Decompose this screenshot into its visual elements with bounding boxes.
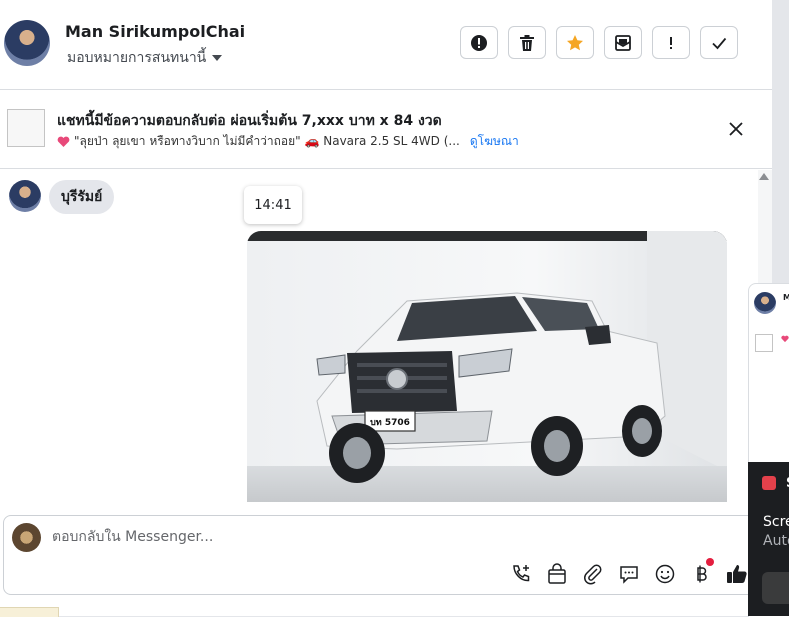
ad-subtitle-row: "ลุยป่า ลุยเขา หรือทางวิบาก ไม่มีคำว่าถอ…: [57, 132, 519, 151]
ad-thumbnail: [7, 109, 45, 147]
phone-add-icon: [513, 565, 530, 582]
toast-title: Scre: [763, 514, 789, 530]
emoji-button[interactable]: [653, 562, 677, 586]
page-avatar: [12, 523, 41, 552]
attach-button[interactable]: [581, 562, 605, 586]
avatar: [754, 292, 776, 314]
sender-avatar[interactable]: [9, 180, 41, 212]
thumbs-up-icon: [727, 565, 747, 583]
reply-composer: [3, 515, 763, 595]
envelope-icon: [615, 34, 631, 51]
ad-title: แชทนี้มีข้อความตอบกลับต่อ ผ่อนเริ่มต้น 7…: [57, 113, 442, 129]
conversation-pane: Man SirikumpolChai มอบหมายการสนทนานี้ แช…: [0, 0, 772, 616]
scroll-up-arrow-icon[interactable]: [759, 173, 769, 180]
heart-icon: [57, 136, 70, 147]
call-button[interactable]: [509, 562, 533, 586]
mark-unread-button[interactable]: [604, 26, 642, 59]
exclamation-icon: [670, 36, 672, 49]
emoji-icon: [655, 564, 675, 584]
important-button[interactable]: [652, 26, 690, 59]
incoming-message[interactable]: บุรีรัมย์: [49, 180, 115, 214]
report-button[interactable]: [460, 26, 498, 59]
conversation-header: Man SirikumpolChai มอบหมายการสนทนานี้: [0, 0, 772, 90]
star-button[interactable]: [556, 26, 594, 59]
shop-button[interactable]: [545, 562, 569, 586]
message-thread: บุรีรัมย์ 14:41 บท 5706: [0, 169, 758, 502]
contact-name[interactable]: Man SirikumpolChai: [65, 22, 245, 41]
heart-icon: [781, 335, 789, 343]
chat-bubble-icon: [620, 566, 638, 584]
avatar[interactable]: [4, 20, 50, 66]
mark-done-button[interactable]: [700, 26, 738, 59]
timestamp-tooltip: 14:41: [244, 186, 302, 224]
view-ad-link[interactable]: ดูโฆษณา: [470, 132, 519, 151]
screenshot-app-icon: [762, 476, 776, 490]
paperclip-icon: [584, 564, 602, 585]
assign-conversation-dropdown[interactable]: มอบหมายการสนทนานี้: [67, 47, 223, 69]
screenshot-toast[interactable]: S Scre Auto: [748, 462, 789, 616]
like-button[interactable]: [725, 562, 749, 586]
trash-icon: [520, 34, 534, 51]
close-banner-button[interactable]: [726, 119, 746, 139]
shopping-bag-icon: [548, 563, 566, 584]
toast-action-button[interactable]: [762, 572, 789, 604]
close-icon: [729, 122, 743, 136]
caret-down-icon: [212, 55, 223, 61]
reply-input[interactable]: [52, 526, 652, 548]
ad-subtitle: "ลุยป่า ลุยเขา หรือทางวิบาก ไม่มีคำว่าถอ…: [74, 134, 460, 148]
delete-button[interactable]: [508, 26, 546, 59]
check-icon: [712, 37, 727, 49]
exclamation-circle-icon: [471, 34, 487, 51]
star-icon: [567, 34, 583, 50]
baht-payment-icon: [697, 565, 707, 583]
ad-context-banner: แชทนี้มีข้อความตอบกลับต่อ ผ่อนเริ่มต้น 7…: [0, 90, 772, 169]
notification-dot: [706, 558, 714, 566]
toast-body: Auto: [763, 533, 789, 549]
pickup-truck-image: บท 5706: [247, 231, 727, 502]
license-plate-text: บท 5706: [370, 418, 410, 428]
side-ad-snippet: [781, 335, 789, 345]
side-ad-thumbnail: [755, 334, 773, 352]
truck-photo[interactable]: บท 5706: [247, 231, 727, 502]
side-contact-initial: M: [783, 293, 789, 302]
saved-replies-button[interactable]: [617, 562, 641, 586]
assign-label: มอบหมายการสนทนานี้: [67, 50, 207, 66]
